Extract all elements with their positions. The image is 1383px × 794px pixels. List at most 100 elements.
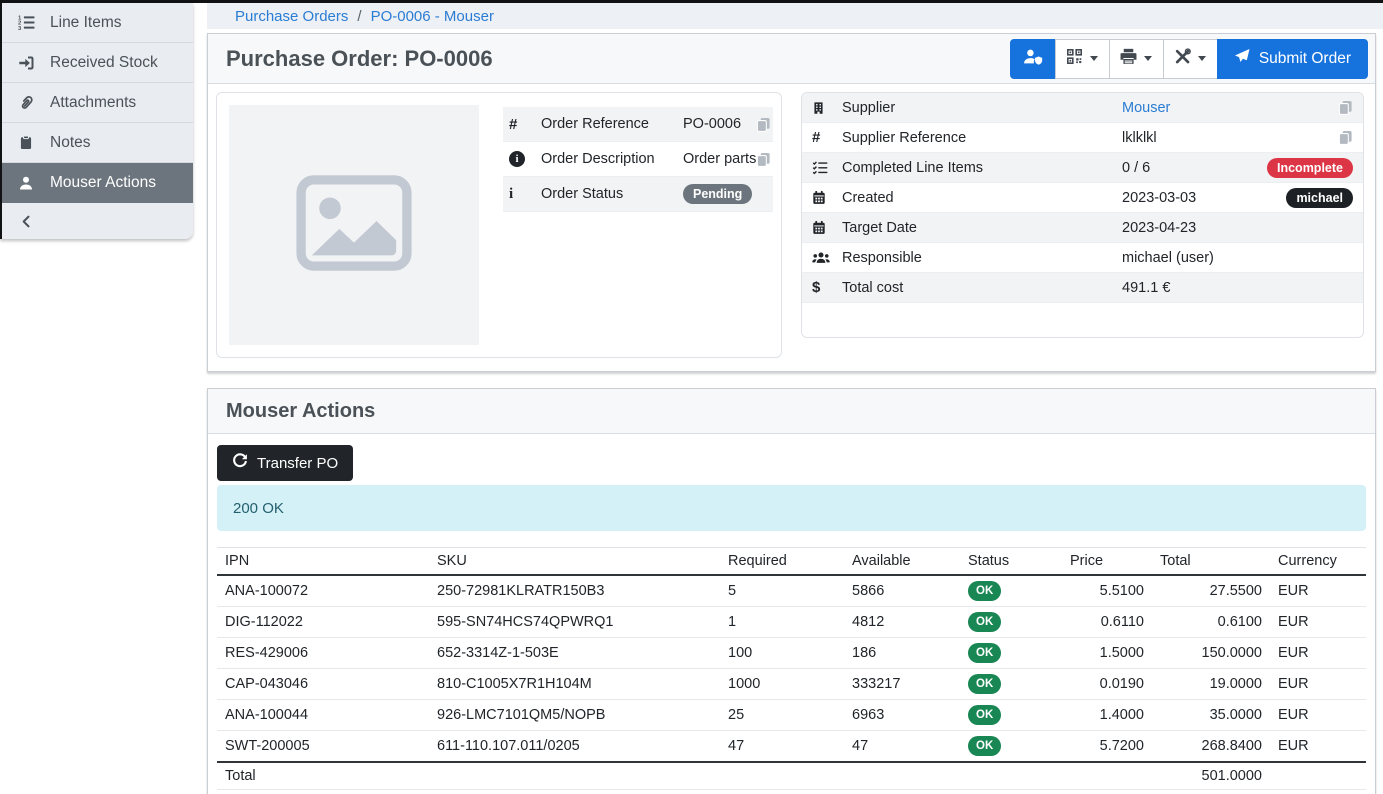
cell-price: 5.7200 [1062, 731, 1152, 763]
column-header-sku: SKU [429, 548, 720, 576]
cell-ipn: CAP-043046 [217, 669, 429, 700]
order-image-placeholder [229, 105, 479, 345]
copy-button[interactable] [1338, 130, 1353, 145]
cell-price: 1.4000 [1062, 700, 1152, 731]
breadcrumb-link-current-order[interactable]: PO-0006 - Mouser [371, 8, 494, 25]
tools-icon [1174, 48, 1191, 70]
svg-text:3: 3 [18, 26, 22, 31]
sidebar-item-received-stock[interactable]: Received Stock [2, 43, 193, 83]
copy-button[interactable] [1338, 100, 1353, 115]
copy-button[interactable] [756, 117, 771, 132]
app-root: 123 Line Items Received Stock Attachment… [0, 0, 1383, 794]
cell-sku: 595-SN74HCS74QPWRQ1 [429, 607, 720, 638]
cell-required: 1000 [720, 669, 844, 700]
calendar-icon [812, 220, 842, 235]
column-header-ipn: IPN [217, 548, 429, 576]
cell-available: 4812 [844, 607, 960, 638]
list-check-icon [812, 160, 842, 175]
rotate-icon [232, 453, 248, 473]
detail-row-order-reference: # Order Reference PO-0006 [503, 107, 773, 142]
cell-ipn: RES-429006 [217, 638, 429, 669]
detail-row-empty [802, 303, 1363, 337]
column-header-price: Price [1062, 548, 1152, 576]
order-details-table: # Order Reference PO-0006 i Order Descri… [503, 105, 773, 345]
cell-status: OK [960, 669, 1062, 700]
purchase-order-panel-body: # Order Reference PO-0006 i Order Descri… [208, 84, 1375, 366]
status-badge: Pending [683, 184, 752, 204]
cell-ipn: ANA-100072 [217, 575, 429, 607]
sidebar-item-attachments[interactable]: Attachments [2, 83, 193, 123]
sidebar-item-notes[interactable]: Notes [2, 123, 193, 163]
detail-label: Responsible [842, 250, 1122, 266]
cell-required: 100 [720, 638, 844, 669]
detail-value: Order parts [683, 151, 756, 167]
barcode-actions-button[interactable] [1055, 39, 1110, 79]
supplier-link[interactable]: Mouser [1122, 100, 1170, 116]
cell-status: OK [960, 575, 1062, 607]
sidebar-item-label: Notes [50, 134, 91, 152]
detail-value: michael (user) [1122, 250, 1214, 266]
cell-sku: 810-C1005X7R1H104M [429, 669, 720, 700]
ok-badge: OK [968, 705, 1001, 725]
ok-badge: OK [968, 736, 1001, 756]
chevron-down-icon [1198, 56, 1206, 61]
detail-row-order-description: i Order Description Order parts [503, 142, 773, 177]
detail-value: 0 / 6 [1122, 160, 1150, 176]
admin-button[interactable] [1010, 39, 1056, 79]
cell-currency: EUR [1270, 700, 1366, 731]
cell-status: OK [960, 700, 1062, 731]
detail-label: Completed Line Items [842, 160, 1122, 176]
cell-required: 1 [720, 607, 844, 638]
detail-label: Order Reference [541, 116, 683, 132]
detail-label: Supplier Reference [842, 130, 1122, 146]
cell-sku: 250-72981KLRATR150B3 [429, 575, 720, 607]
cell-price: 1.5000 [1062, 638, 1152, 669]
column-header-status: Status [960, 548, 1062, 576]
cell-price: 0.0190 [1062, 669, 1152, 700]
cell-status: OK [960, 731, 1062, 763]
cell-price: 5.5100 [1062, 575, 1152, 607]
table-row: ANA-100044 926-LMC7101QM5/NOPB 25 6963 O… [217, 700, 1366, 731]
building-icon [812, 101, 842, 115]
cell-total: 19.0000 [1152, 669, 1270, 700]
cell-total: 35.0000 [1152, 700, 1270, 731]
user-shield-icon [1022, 48, 1043, 70]
sidebar-item-label: Received Stock [50, 54, 158, 72]
transfer-po-button[interactable]: Transfer PO [217, 445, 353, 481]
print-actions-button[interactable] [1109, 39, 1164, 79]
ok-badge: OK [968, 612, 1001, 632]
cell-available: 186 [844, 638, 960, 669]
sidebar-item-line-items[interactable]: 123 Line Items [2, 3, 193, 43]
column-header-currency: Currency [1270, 548, 1366, 576]
image-icon [295, 174, 413, 277]
cell-sku: 652-3314Z-1-503E [429, 638, 720, 669]
sidebar-item-mouser-actions[interactable]: Mouser Actions [2, 163, 193, 203]
info-icon: i [509, 186, 541, 203]
total-value: 501.0000 [1152, 762, 1270, 790]
cell-total: 150.0000 [1152, 638, 1270, 669]
total-label: Total [217, 762, 429, 790]
purchase-order-panel: Purchase Order: PO-0006 [207, 33, 1376, 372]
submit-order-button[interactable]: Submit Order [1217, 39, 1368, 79]
cell-currency: EUR [1270, 638, 1366, 669]
detail-value: 491.1 € [1122, 280, 1170, 296]
qrcode-icon [1066, 48, 1083, 70]
cell-required: 25 [720, 700, 844, 731]
chevron-left-icon [2, 215, 50, 228]
cell-total: 27.5500 [1152, 575, 1270, 607]
cell-sku: 611-110.107.011/0205 [429, 731, 720, 763]
table-row: DIG-112022 595-SN74HCS74QPWRQ1 1 4812 OK… [217, 607, 1366, 638]
detail-row-created: Created 2023-03-03 michael [802, 183, 1363, 213]
line-items-table: IPN SKU Required Available Status Price … [217, 547, 1366, 790]
table-row: CAP-043046 810-C1005X7R1H104M 1000 33321… [217, 669, 1366, 700]
breadcrumb-link-purchase-orders[interactable]: Purchase Orders [235, 8, 348, 25]
status-alert: 200 OK [217, 485, 1366, 531]
sign-in-icon [2, 55, 50, 71]
order-actions-button[interactable] [1163, 39, 1218, 79]
transfer-po-label: Transfer PO [257, 455, 338, 472]
copy-button[interactable] [756, 152, 771, 167]
sidebar-item-label: Attachments [50, 94, 136, 112]
cell-currency: EUR [1270, 607, 1366, 638]
supplier-detail-card: Supplier Mouser # Supplier Reference lkl… [801, 92, 1364, 338]
sidebar-collapse-button[interactable] [2, 203, 193, 239]
